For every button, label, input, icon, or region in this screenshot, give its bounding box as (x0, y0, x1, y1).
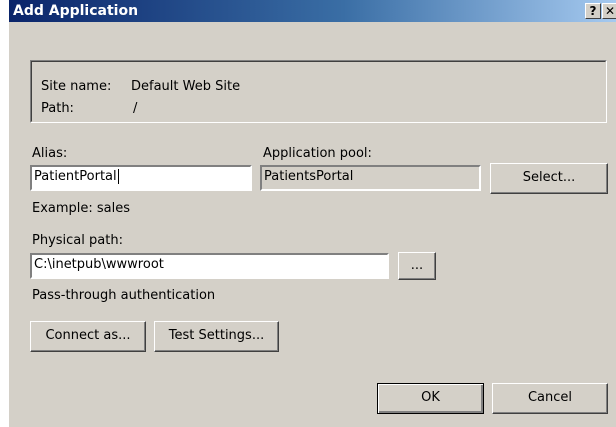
browse-button[interactable]: ... (398, 252, 436, 280)
alias-input-value: PatientPortal (34, 169, 117, 184)
application-pool-label: Application pool: (263, 146, 372, 161)
text-caret (117, 169, 119, 184)
site-info-box (30, 60, 607, 123)
site-name-label: Site name: (41, 79, 112, 94)
application-pool-field: PatientsPortal (260, 165, 481, 191)
select-app-pool-button[interactable]: Select... (490, 163, 608, 194)
add-application-dialog: Add Application ? ✕ Site name: Default W… (8, 0, 616, 427)
connect-as-button[interactable]: Connect as... (30, 321, 146, 352)
authentication-label: Pass-through authentication (32, 288, 216, 303)
cancel-button[interactable]: Cancel (492, 383, 608, 414)
alias-label: Alias: (32, 146, 68, 161)
site-name-value: Default Web Site (131, 79, 241, 94)
alias-input[interactable]: PatientPortal (30, 165, 252, 191)
ok-button[interactable]: OK (377, 383, 484, 414)
physical-path-input[interactable]: C:\inetpub\wwwroot (30, 253, 389, 279)
title-bar[interactable]: Add Application ? ✕ (9, 0, 616, 22)
test-settings-button[interactable]: Test Settings... (154, 321, 279, 352)
alias-example-label: Example: sales (32, 201, 131, 216)
physical-path-label: Physical path: (32, 233, 123, 248)
path-label: Path: (41, 101, 74, 116)
path-value: / (133, 101, 138, 116)
help-button[interactable]: ? (585, 3, 601, 19)
dialog-title: Add Application (13, 3, 139, 19)
close-icon[interactable]: ✕ (602, 3, 616, 19)
